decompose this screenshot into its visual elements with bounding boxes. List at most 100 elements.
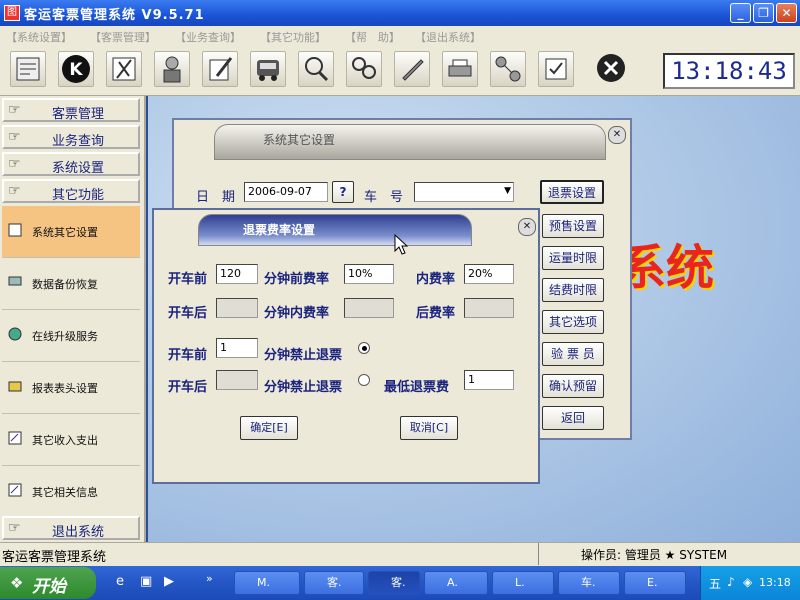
ime-icon[interactable]: 五 <box>709 575 721 592</box>
sidebar-other-functions[interactable]: ☞ 其它功能 <box>2 179 140 203</box>
notes-tool[interactable] <box>394 51 430 87</box>
task-ke-2[interactable]: 客. <box>368 571 420 595</box>
date-field[interactable]: 2006-09-07 <box>244 182 328 202</box>
capacity-limit-button[interactable]: 运量时限 <box>542 246 604 270</box>
minimize-button[interactable]: _ <box>730 3 751 23</box>
task-che[interactable]: 车. <box>558 571 620 595</box>
sidebar-panel-info[interactable]: 其它相关信息 <box>2 466 140 518</box>
edit-tool[interactable] <box>202 51 238 87</box>
sidebar-panel-income[interactable]: 其它收入支出 <box>2 414 140 466</box>
menu-system-settings[interactable]: 【系统设置】 <box>6 29 72 45</box>
sidebar-business-query[interactable]: ☞ 业务查询 <box>2 125 140 149</box>
help-button[interactable]: ? <box>332 181 354 203</box>
hand-pointer-icon: ☞ <box>8 102 21 118</box>
task-a[interactable]: A. <box>424 571 488 595</box>
after-minutes-field[interactable] <box>216 298 258 318</box>
other-options-button[interactable]: 其它选项 <box>542 310 604 334</box>
ticket-sale-tool[interactable] <box>10 51 46 87</box>
quicklaunch-desktop-icon[interactable]: ▣ <box>140 574 152 589</box>
k-tool[interactable]: K <box>58 51 94 87</box>
panel-label: 数据备份恢复 <box>32 278 98 291</box>
task-l[interactable]: L. <box>492 571 554 595</box>
dialog-close-icon[interactable]: ✕ <box>518 218 536 236</box>
query-tool[interactable] <box>346 51 382 87</box>
svg-text:K: K <box>69 60 83 80</box>
sidebar-panel-report-header[interactable]: 报表表头设置 <box>2 362 140 414</box>
dialog-close-icon[interactable]: ✕ <box>608 126 626 144</box>
before-departure-label: 开车前 <box>168 348 208 363</box>
printer-icon <box>448 59 472 77</box>
menu-other-functions[interactable]: 【其它功能】 <box>260 29 326 45</box>
confirm-button[interactable]: 确定[E] <box>240 416 298 440</box>
ticket-icon <box>16 57 40 81</box>
search-tool[interactable] <box>298 51 334 87</box>
edit-doc-icon <box>8 483 22 497</box>
car-number-label: 车 号 <box>364 190 404 205</box>
pencil-paper-icon <box>209 57 233 81</box>
task-m[interactable]: M. <box>234 571 300 595</box>
refund-settings-button[interactable]: 退票设置 <box>540 180 604 204</box>
start-button[interactable]: ❖ 开始 <box>0 567 96 599</box>
menu-help[interactable]: 【帮 助】 <box>345 29 400 45</box>
confirm-reserve-button[interactable]: 确认预留 <box>542 374 604 398</box>
radio-before-selected[interactable] <box>358 342 370 354</box>
panel-label: 其它收入支出 <box>32 434 98 447</box>
task-ke-1[interactable]: 客. <box>304 571 364 595</box>
device-tool[interactable] <box>442 51 478 87</box>
settings-tool[interactable] <box>106 51 142 87</box>
min-refund-fee-field[interactable]: 1 <box>464 370 514 390</box>
settings-doc-icon <box>8 223 22 237</box>
after-rate-field[interactable] <box>344 298 394 318</box>
menu-ticket-management[interactable]: 【客票管理】 <box>90 29 156 45</box>
sidebar-system-settings[interactable]: ☞ 系统设置 <box>2 152 140 176</box>
operator-info: 操作员: 管理员 ★ SYSTEM <box>538 543 800 565</box>
minutes-no-refund-label: 分钟禁止退票 <box>264 348 343 363</box>
bus-tool[interactable] <box>250 51 286 87</box>
exit-tool[interactable] <box>594 51 630 87</box>
checklist-tool[interactable] <box>538 51 574 87</box>
task-e[interactable]: E. <box>624 571 686 595</box>
post-rate-field[interactable] <box>464 298 514 318</box>
inspector-button[interactable]: 验 票 员 <box>542 342 604 366</box>
radio-after[interactable] <box>358 374 370 386</box>
no-refund-after-field[interactable] <box>216 370 258 390</box>
inner-rate-label: 内费率 <box>416 272 456 287</box>
minutes-before-rate-label: 分钟前费率 <box>264 272 330 287</box>
restore-button[interactable]: ❐ <box>753 3 774 23</box>
panel-label: 报表表头设置 <box>32 382 98 395</box>
menu-business-query[interactable]: 【业务查询】 <box>175 29 241 45</box>
chevron-more-icon[interactable]: » <box>206 572 213 585</box>
return-button[interactable]: 返回 <box>542 406 604 430</box>
tray-clock: 13:18 <box>759 576 791 589</box>
quicklaunch-media-icon[interactable]: ▶ <box>164 574 174 589</box>
min-refund-fee-label: 最低退票费 <box>384 380 450 395</box>
cancel-button[interactable]: 取消[C] <box>400 416 458 440</box>
network-tool[interactable] <box>490 51 526 87</box>
sidebar-panel-backup[interactable]: 数据备份恢复 <box>2 258 140 310</box>
sidebar-exit[interactable]: ☞ 退出系统 <box>2 516 140 540</box>
pen-icon <box>402 59 424 81</box>
before-rate-field[interactable]: 10% <box>344 264 394 284</box>
window-title: 客运客票管理系统 V9.5.71 <box>24 8 205 23</box>
presale-settings-button[interactable]: 预售设置 <box>542 214 604 238</box>
car-number-select[interactable]: ▼ <box>414 182 514 202</box>
sidebar-panel-upgrade[interactable]: 在线升级服务 <box>2 310 140 362</box>
user-tool[interactable] <box>154 51 190 87</box>
close-button[interactable]: ✕ <box>776 3 797 23</box>
sidebar-ticket-management[interactable]: ☞ 客票管理 <box>2 98 140 122</box>
windows-logo-icon: ❖ <box>10 574 24 592</box>
sidebar-panel-other-settings[interactable]: 系统其它设置 <box>2 206 140 258</box>
volume-icon[interactable]: ♪ <box>727 575 735 589</box>
no-refund-before-field[interactable]: 1 <box>216 338 258 358</box>
hand-pointer-icon: ☞ <box>8 520 21 536</box>
menu-exit[interactable]: 【退出系统】 <box>415 29 481 45</box>
dialog-caption: 系统其它设置 <box>214 124 606 160</box>
inner-rate-field[interactable]: 20% <box>464 264 514 284</box>
after-departure-label: 开车后 <box>168 380 208 395</box>
before-minutes-field[interactable]: 120 <box>216 264 258 284</box>
sidebar-label: 退出系统 <box>52 525 105 540</box>
settlement-limit-button[interactable]: 结费时限 <box>542 278 604 302</box>
background-title-text: 系统 <box>618 240 715 296</box>
network-tray-icon[interactable]: ◈ <box>743 575 752 589</box>
quicklaunch-ie-icon[interactable]: e <box>116 574 124 589</box>
